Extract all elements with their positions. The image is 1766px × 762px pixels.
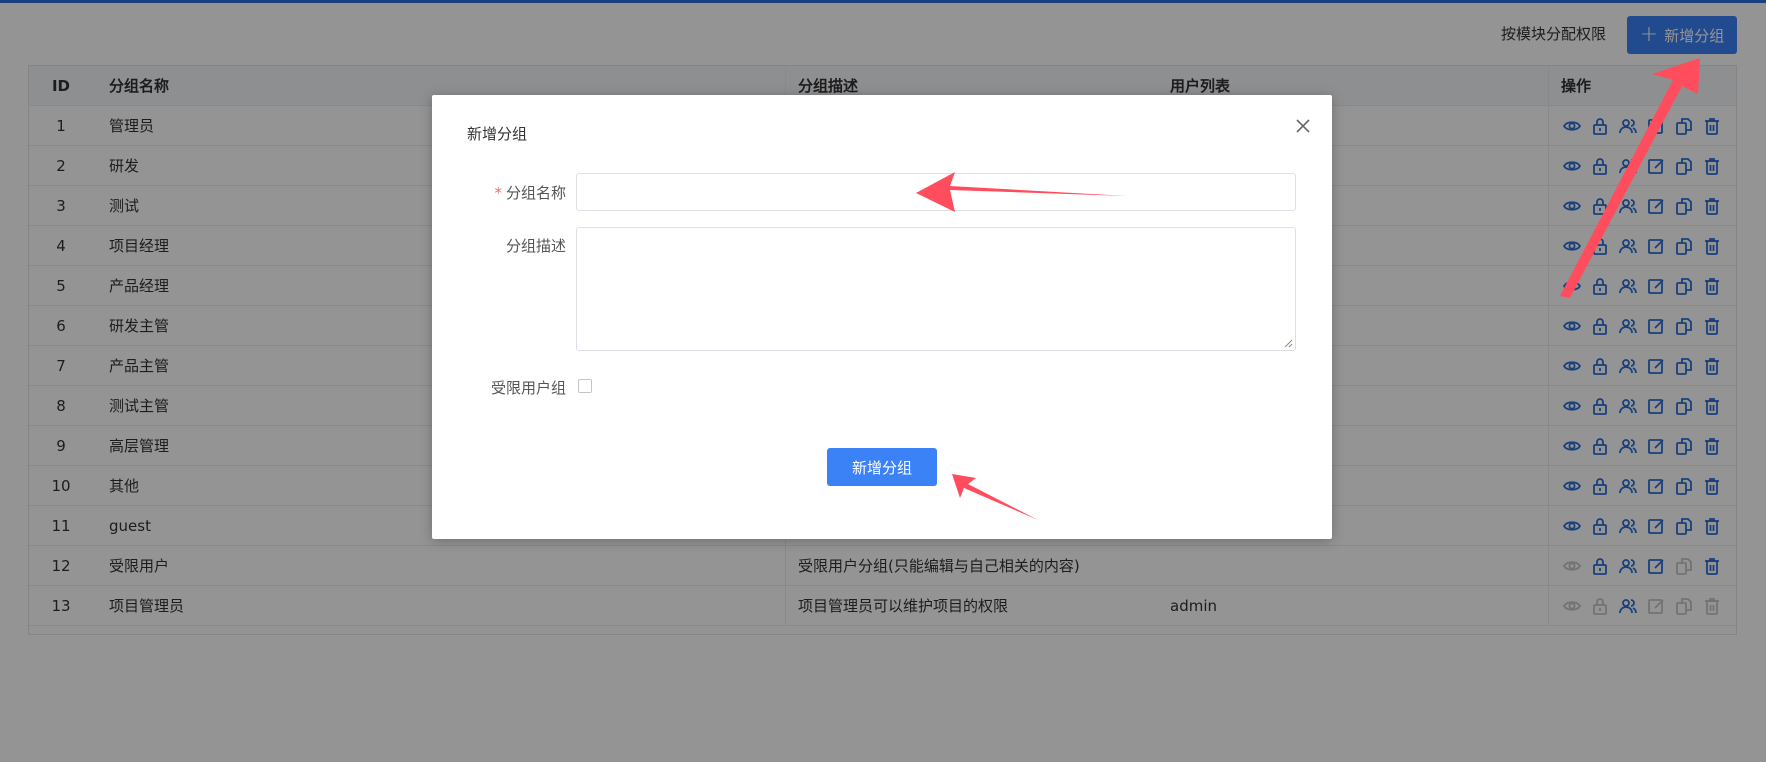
limited-group-checkbox[interactable] [578, 379, 592, 393]
submit-add-group-button[interactable]: 新增分组 [827, 448, 937, 486]
required-mark: * [494, 184, 502, 202]
group-name-input[interactable] [576, 173, 1296, 211]
group-desc-label: 分组描述 [505, 237, 566, 255]
limited-group-label: 受限用户组 [490, 379, 566, 397]
resize-handle-icon[interactable] [1283, 338, 1293, 348]
group-name-label-text: 分组名称 [505, 184, 566, 202]
dialog-title: 新增分组 [467, 125, 528, 143]
group-name-label: * 分组名称 [494, 182, 566, 203]
group-desc-textarea[interactable] [576, 227, 1296, 351]
close-icon[interactable] [1292, 115, 1314, 137]
add-group-dialog: 新增分组 * 分组名称 分组描述 受限用户组 新增分组 [432, 95, 1332, 539]
